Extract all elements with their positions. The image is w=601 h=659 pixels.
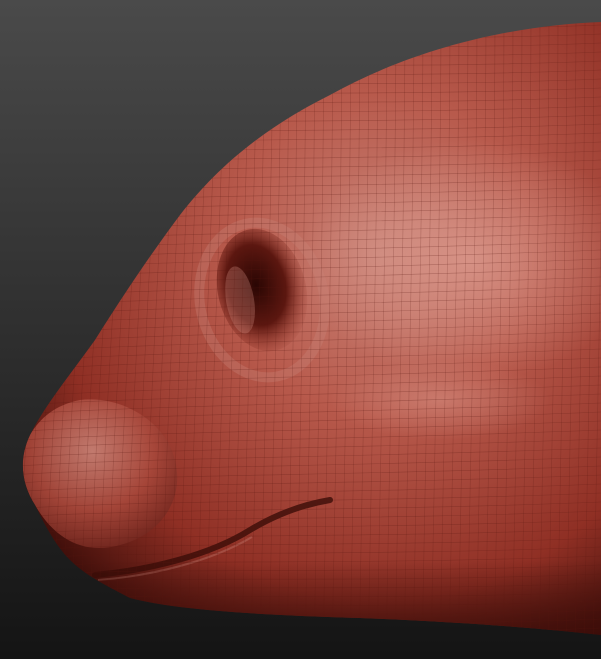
viewport-canvas[interactable] xyxy=(0,0,601,659)
sculpt-viewport[interactable] xyxy=(0,0,601,659)
